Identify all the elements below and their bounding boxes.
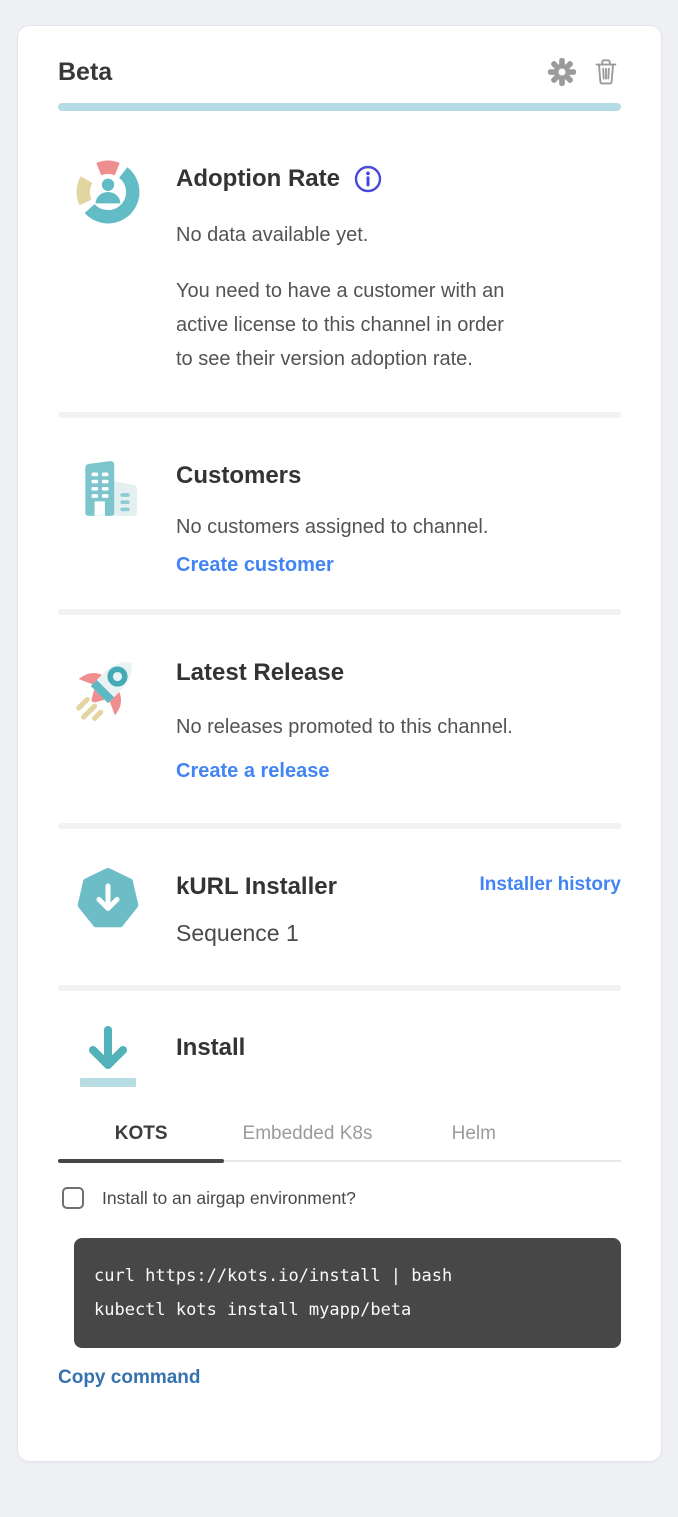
customers-title: Customers [176, 461, 621, 491]
tab-embedded-k8s[interactable]: Embedded K8s [224, 1123, 390, 1160]
install-command-block: curl https://kots.io/install | bashkubec… [74, 1238, 621, 1348]
card-header: Beta [58, 56, 621, 88]
kurl-installer-section: kURL Installer Installer history Sequenc… [58, 867, 621, 949]
section-divider [58, 609, 621, 615]
customers-empty-message: No customers assigned to channel. [176, 512, 621, 542]
adoption-rate-section: Adoption Rate No data available yet. You… [58, 159, 621, 376]
latest-release-empty-message: No releases promoted to this channel. [176, 712, 621, 742]
command-line: kubectl kots install myapp/beta [94, 1293, 601, 1327]
customers-section: Customers No customers assigned to chann… [58, 456, 621, 577]
gear-icon[interactable] [547, 57, 577, 87]
header-actions [547, 57, 621, 87]
airgap-checkbox[interactable] [62, 1187, 84, 1209]
install-title: Install [176, 1033, 621, 1063]
section-divider [58, 823, 621, 829]
kurl-heptagon-download-icon [58, 867, 158, 949]
tab-helm[interactable]: Helm [391, 1123, 557, 1160]
installer-sequence-label: Sequence 1 [176, 917, 621, 949]
install-section: Install [58, 1023, 621, 1095]
adoption-rate-title: Adoption Rate [176, 164, 340, 194]
install-tabs: KOTS Embedded K8s Helm [58, 1123, 621, 1162]
install-download-icon [58, 1023, 158, 1095]
customers-buildings-icon [58, 456, 158, 577]
latest-release-title: Latest Release [176, 658, 621, 688]
command-line: curl https://kots.io/install | bash [94, 1259, 601, 1293]
installer-history-link[interactable]: Installer history [480, 874, 622, 896]
kurl-installer-title: kURL Installer [176, 872, 337, 902]
adoption-description: You need to have a customer with an acti… [176, 274, 621, 376]
section-divider [58, 412, 621, 418]
tab-kots[interactable]: KOTS [58, 1123, 224, 1160]
channel-card: Beta [17, 25, 662, 1462]
rocket-icon [58, 653, 158, 783]
adoption-donut-icon [58, 159, 158, 376]
channel-title: Beta [58, 56, 112, 88]
adoption-empty-message: No data available yet. [176, 220, 621, 250]
copy-command-link[interactable]: Copy command [58, 1367, 201, 1389]
channel-accent-bar [58, 103, 621, 111]
section-divider [58, 985, 621, 991]
info-icon[interactable] [354, 165, 382, 193]
airgap-row: Install to an airgap environment? [58, 1187, 621, 1209]
airgap-checkbox-label: Install to an airgap environment? [102, 1188, 356, 1209]
create-release-link[interactable]: Create a release [176, 760, 329, 783]
trash-icon[interactable] [591, 57, 621, 87]
create-customer-link[interactable]: Create customer [176, 554, 334, 577]
latest-release-section: Latest Release No releases promoted to t… [58, 653, 621, 783]
